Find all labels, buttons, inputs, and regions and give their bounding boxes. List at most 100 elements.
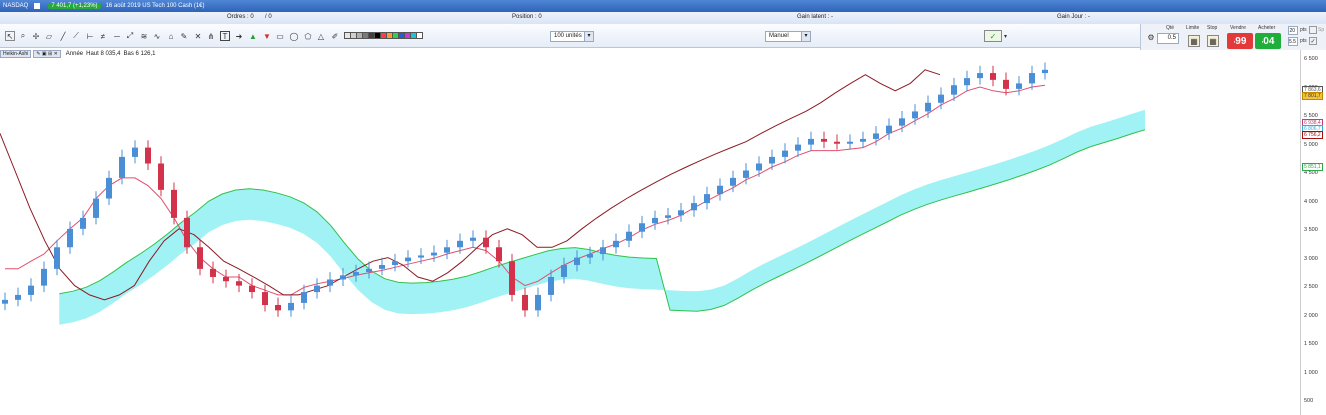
candle-body	[509, 261, 515, 295]
price-tick: 5 000	[1304, 141, 1318, 148]
trendline-icon[interactable]: ⟋	[71, 31, 81, 41]
price-level-badge: 5 851,1	[1302, 163, 1323, 171]
candle-body	[379, 264, 385, 269]
checkbox-checked-icon[interactable]: ✓	[1309, 37, 1317, 45]
chart-style-tag[interactable]: Heikin-Ashi	[0, 49, 32, 58]
fibonacci-icon[interactable]: ≋	[139, 31, 149, 41]
price-tick: 1 000	[1304, 369, 1318, 376]
color-swatch[interactable]	[416, 32, 423, 39]
candle-body	[561, 264, 567, 277]
checkbox-sp[interactable]	[1309, 26, 1317, 34]
polygon-icon[interactable]: ⬠	[303, 31, 313, 41]
candle-body	[691, 203, 697, 211]
candle-body	[314, 285, 320, 293]
units-dropdown[interactable]: 100 unités ▾	[550, 31, 594, 42]
candle-body	[15, 294, 21, 300]
candle-body	[782, 150, 788, 157]
price-tick: 500	[1304, 398, 1314, 404]
candle-body	[236, 281, 242, 286]
candle-body	[288, 302, 294, 311]
candle-body	[847, 141, 853, 144]
price-level-badge: 7 801,7	[1302, 92, 1323, 100]
units-dropdown-value: 100 unités	[554, 33, 582, 39]
pts-input-2[interactable]: 5.5	[1288, 37, 1298, 46]
candle-body	[80, 217, 86, 229]
daily-gain-label: Gain Jour : -	[1057, 14, 1091, 20]
pitchfork-icon[interactable]: ⋔	[206, 31, 216, 41]
sell-button[interactable]: , 99	[1227, 33, 1253, 49]
candle-body	[327, 279, 333, 286]
candle-body	[730, 177, 736, 186]
price-tick: 3 000	[1304, 255, 1318, 262]
candle-body	[2, 299, 8, 304]
settings-icon[interactable]: ⚙	[1146, 32, 1156, 42]
brush-icon[interactable]: ✐	[330, 31, 340, 41]
wave-icon[interactable]: ∿	[152, 31, 162, 41]
zoom-icon[interactable]: ⌕	[18, 31, 28, 41]
price-tick: 1 500	[1304, 341, 1318, 347]
pts-input-1[interactable]: 20	[1288, 26, 1298, 35]
chevron-down-icon[interactable]: ▾	[1002, 30, 1009, 42]
candle-body	[977, 73, 983, 79]
price-tick: 6 500	[1304, 56, 1318, 62]
candle-body	[119, 156, 125, 178]
candle-body	[444, 247, 450, 253]
cursor-icon[interactable]: ↖	[5, 31, 15, 41]
ellipse-icon[interactable]: ◯	[289, 31, 299, 41]
crosshair-icon[interactable]: ✢	[31, 31, 41, 41]
channel-icon[interactable]: ≠	[98, 31, 108, 41]
candle-body	[652, 217, 658, 224]
chevron-down-icon: ▾	[584, 32, 593, 41]
mode-dropdown[interactable]: Manuel ▾	[765, 31, 811, 42]
candle-body	[574, 257, 580, 265]
arrow-down-icon[interactable]: ▼	[262, 31, 272, 41]
buy-price: 04	[1263, 35, 1275, 47]
chevron-down-icon: ▾	[801, 32, 810, 41]
text-icon[interactable]: T	[220, 31, 230, 41]
price-level-badge: 6 756,2	[1302, 131, 1323, 139]
ruler-icon[interactable]: ▱	[44, 31, 54, 41]
cross-icon[interactable]: ✕	[193, 31, 203, 41]
candle-body	[548, 276, 554, 295]
line-icon[interactable]: ╱	[58, 31, 68, 41]
arrow-right-icon[interactable]: ➜	[234, 31, 244, 41]
candle-body	[405, 257, 411, 262]
candle-body	[28, 285, 34, 295]
candle-body	[587, 254, 593, 258]
pts-label-1: pts	[1300, 27, 1307, 33]
candle-body	[964, 78, 970, 86]
arrow-line-icon[interactable]: ⤢	[125, 31, 135, 41]
chart-tools-tag[interactable]: ✎ ▣ ⊞ ✕	[33, 49, 61, 58]
candle-body	[353, 272, 359, 276]
candle-body	[483, 237, 489, 248]
mode-dropdown-value: Manuel	[769, 33, 789, 39]
ichimoku-cloud	[59, 109, 1146, 325]
candle-body	[132, 147, 138, 157]
triangle-icon[interactable]: △	[316, 31, 326, 41]
stop-label: Stop	[1207, 25, 1218, 31]
candle-body	[886, 125, 892, 134]
price-chart[interactable]	[0, 59, 1300, 415]
candle-body	[197, 247, 203, 269]
candle-body	[262, 292, 268, 305]
candle-body	[1042, 69, 1048, 74]
edit-icon[interactable]: ✎	[179, 31, 189, 41]
buy-button[interactable]: , 04	[1255, 33, 1281, 49]
stop-order-icon[interactable]: ▦	[1207, 35, 1219, 47]
arrow-up-icon[interactable]: ▲	[248, 31, 258, 41]
candle-body	[158, 163, 164, 190]
rectangle-icon[interactable]: ▭	[275, 31, 285, 41]
quantity-input[interactable]: 0.5	[1157, 33, 1179, 44]
candle-body	[665, 215, 671, 218]
lock-icon[interactable]: ⌂	[166, 31, 176, 41]
candle-body	[106, 177, 112, 199]
candle-body	[678, 210, 684, 216]
auto-trade-icon[interactable]: ✓	[984, 30, 1002, 42]
candle-body	[210, 268, 216, 277]
price-axis[interactable]: 6 5006 0005 5005 0004 5004 0003 5003 000…	[1300, 50, 1326, 415]
horizontal-line-icon[interactable]: ─	[112, 31, 122, 41]
candle-body	[392, 261, 398, 265]
candle-body	[54, 247, 60, 269]
hline-icon[interactable]: ⊢	[85, 31, 95, 41]
limit-order-icon[interactable]: ▦	[1188, 35, 1200, 47]
